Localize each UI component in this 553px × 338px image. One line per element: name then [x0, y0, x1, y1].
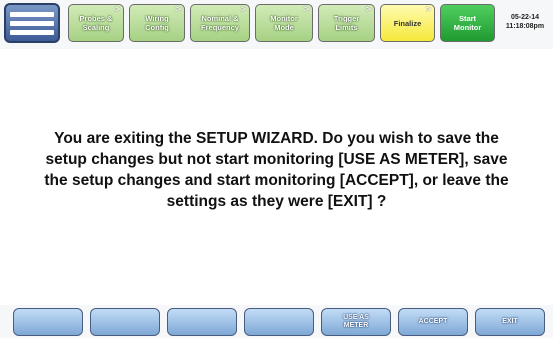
key-label: USE AS METER	[343, 314, 369, 329]
step-monitor-mode-button[interactable]: Monitor Mode >	[255, 4, 313, 42]
accept-button[interactable]: ACCEPT	[398, 308, 468, 336]
menu-bar	[10, 20, 54, 26]
use-as-meter-button[interactable]: USE AS METER	[321, 308, 391, 336]
start-monitor-button[interactable]: Start Monitor	[440, 4, 495, 42]
chevron-right-icon: >	[240, 4, 246, 14]
key-label: EXIT	[502, 318, 518, 325]
function-key-3-button[interactable]	[167, 308, 237, 336]
chevron-right-icon: >	[175, 4, 181, 14]
step-label: Start Monitor	[453, 14, 482, 32]
step-label: Finalize	[393, 18, 422, 28]
step-label: Nominal & Frequency	[201, 14, 239, 32]
step-label: Monitor Mode	[270, 14, 298, 32]
date-text: 05-22-14	[510, 14, 540, 21]
step-trigger-limits-button[interactable]: Trigger Limits >	[318, 4, 375, 42]
function-key-1-button[interactable]	[13, 308, 83, 336]
step-label: Trigger Limits	[333, 14, 360, 32]
hamburger-menu-icon[interactable]	[4, 3, 60, 43]
step-probes-scaling-button[interactable]: Probes & Scaling >	[68, 4, 124, 42]
chevron-right-icon: >	[114, 4, 120, 14]
step-finalize-button[interactable]: Finalize >	[380, 4, 435, 42]
step-label: Wiring Config	[145, 14, 169, 32]
step-wiring-config-button[interactable]: Wiring Config >	[129, 4, 185, 42]
step-nominal-frequency-button[interactable]: Nominal & Frequency >	[190, 4, 250, 42]
menu-bar	[10, 29, 54, 35]
function-key-2-button[interactable]	[90, 308, 160, 336]
exit-wizard-message: You are exiting the SETUP WIZARD. Do you…	[44, 130, 509, 210]
chevron-right-icon: >	[303, 4, 309, 14]
function-key-4-button[interactable]	[244, 308, 314, 336]
chevron-right-icon: >	[365, 4, 371, 14]
exit-button[interactable]: EXIT	[475, 308, 545, 336]
key-label: ACCEPT	[418, 318, 448, 325]
step-label: Probes & Scaling	[79, 14, 113, 32]
chevron-right-icon: >	[425, 4, 431, 14]
menu-bar	[10, 11, 54, 17]
date-time-display: 05-22-14 11:18:08pm	[497, 13, 553, 31]
time-text: 11:18:08pm	[505, 23, 545, 30]
